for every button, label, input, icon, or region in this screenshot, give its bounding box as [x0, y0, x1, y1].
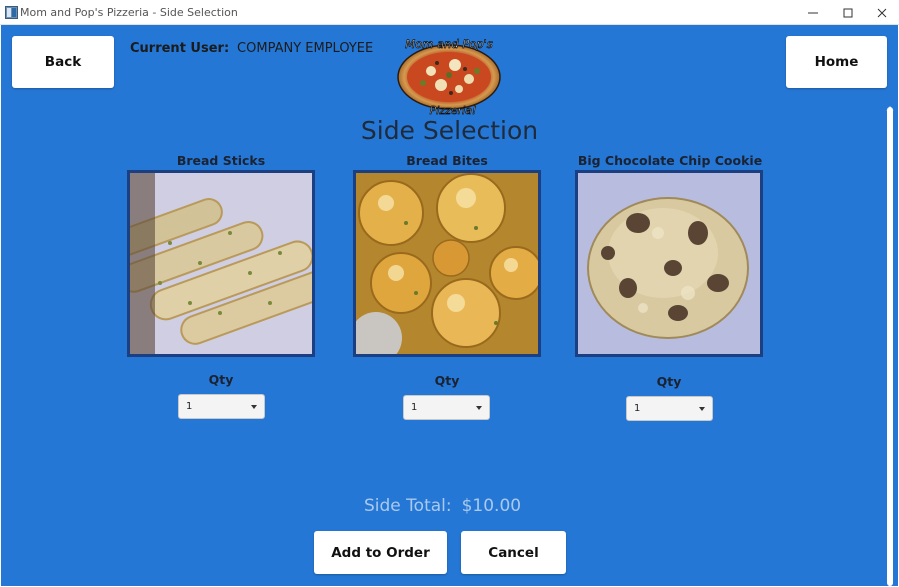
side-total-value: $10.00: [461, 496, 522, 516]
side-total-label: Side Total:: [364, 496, 452, 516]
cookie-image[interactable]: [575, 170, 763, 357]
item-name-bread-sticks: Bread Sticks: [176, 153, 266, 168]
close-icon[interactable]: [865, 0, 899, 25]
home-button[interactable]: Home: [786, 36, 887, 88]
current-user-label: Current User:: [130, 41, 230, 56]
qty-label-bread-bites: Qty: [434, 373, 460, 388]
add-to-order-button[interactable]: Add to Order: [314, 531, 447, 574]
window-titlebar: Mom and Pop's Pizzeria - Side Selection: [0, 0, 899, 25]
back-button[interactable]: Back: [12, 36, 114, 88]
qty-select-bread-bites[interactable]: 1: [403, 395, 490, 420]
current-user-value: COMPANY EMPLOYEE: [237, 41, 374, 56]
cancel-button[interactable]: Cancel: [461, 531, 566, 574]
item-name-bread-bites: Bread Bites: [406, 153, 488, 168]
side-total: Side Total: $10.00: [364, 496, 521, 516]
app-icon: [5, 6, 18, 19]
qty-label-bread-sticks: Qty: [208, 372, 234, 387]
page-title: Side Selection: [360, 116, 539, 145]
qty-label-cookie: Qty: [656, 374, 682, 389]
bread-sticks-image[interactable]: [127, 170, 315, 357]
qty-value-bread-sticks: 1: [186, 401, 193, 412]
chevron-down-icon: [476, 406, 482, 410]
qty-select-bread-sticks[interactable]: 1: [178, 394, 265, 419]
current-user: Current User: COMPANY EMPLOYEE: [130, 39, 373, 56]
window-title: Mom and Pop's Pizzeria - Side Selection: [20, 6, 238, 19]
scroll-up-arrow-icon[interactable]: [886, 99, 894, 117]
chevron-down-icon: [699, 407, 705, 411]
item-name-cookie: Big Chocolate Chip Cookie: [577, 153, 763, 168]
chevron-down-icon: [251, 405, 257, 409]
main-content: Back Home Current User: COMPANY EMPLOYEE: [1, 25, 898, 586]
qty-value-bread-bites: 1: [411, 402, 418, 413]
pizzeria-logo: Mom and Pop's Pizzeria!: [393, 33, 505, 117]
maximize-icon[interactable]: [831, 0, 865, 25]
qty-select-cookie[interactable]: 1: [626, 396, 713, 421]
minimize-icon[interactable]: [796, 0, 830, 25]
bread-bites-image[interactable]: [353, 170, 541, 357]
vertical-scrollbar[interactable]: [887, 107, 893, 586]
logo-top-text: Mom and Pop's: [405, 37, 493, 51]
qty-value-cookie: 1: [634, 403, 641, 414]
